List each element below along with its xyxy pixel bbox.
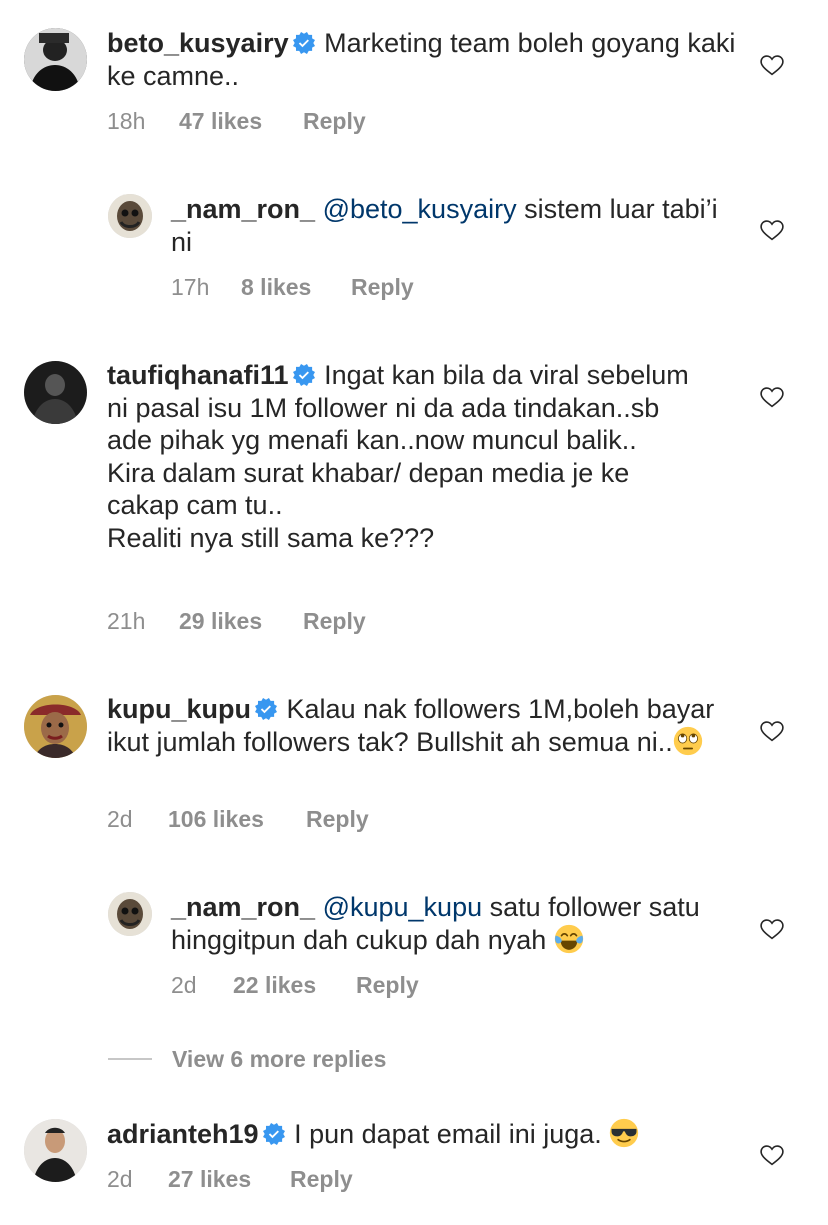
comment-text: _nam_ron_ @kupu_kupu satu follower satu …	[171, 891, 731, 956]
heart-outline-icon[interactable]	[759, 917, 785, 941]
comment-username[interactable]: beto_kusyairy	[107, 28, 289, 58]
comment-body: beto_kusyairy Marketing team boleh goyan…	[107, 27, 747, 92]
comment-meta: 18h 47 likes Reply	[107, 108, 366, 135]
view-more-replies-button[interactable]: View 6 more replies	[108, 1044, 386, 1074]
comment-body: _nam_ron_ @beto_kusyairy sistem luar tab…	[171, 193, 731, 258]
comment-username[interactable]: _nam_ron_	[171, 194, 315, 224]
mention-link[interactable]: @kupu_kupu	[323, 892, 483, 922]
comment-likes[interactable]: 47 likes	[179, 108, 303, 135]
verified-badge-icon	[255, 698, 277, 720]
reply-button[interactable]: Reply	[303, 608, 366, 635]
comment-content: I pun dapat email ini juga.	[294, 1119, 602, 1149]
avatar[interactable]	[108, 194, 152, 238]
verified-badge-icon	[263, 1123, 285, 1145]
comment-text: adrianteh19 I pun dapat email ini juga.	[107, 1118, 727, 1151]
reply-button[interactable]: Reply	[306, 806, 369, 833]
comment-username[interactable]: _nam_ron_	[171, 892, 315, 922]
comment-time: 2d	[107, 1166, 133, 1192]
comment-username[interactable]: adrianteh19	[107, 1119, 259, 1149]
heart-outline-icon[interactable]	[759, 719, 785, 743]
comment-meta: 2d 22 likes Reply	[171, 972, 419, 999]
comment-text: beto_kusyairy Marketing team boleh goyan…	[107, 27, 747, 92]
comment-likes[interactable]: 22 likes	[233, 972, 356, 999]
mention-link[interactable]: @beto_kusyairy	[323, 194, 517, 224]
comment-meta: 21h 29 likes Reply	[107, 608, 366, 635]
comment-text: kupu_kupu Kalau nak followers 1M,boleh b…	[107, 693, 717, 758]
comment-time: 21h	[107, 608, 146, 634]
comment-likes[interactable]: 8 likes	[241, 274, 351, 301]
avatar[interactable]	[24, 361, 87, 424]
comment-meta: 2d 27 likes Reply	[107, 1166, 353, 1193]
comment-time: 2d	[107, 806, 133, 832]
avatar[interactable]	[108, 892, 152, 936]
avatar[interactable]	[24, 695, 87, 758]
comment-username[interactable]: taufiqhanafi11	[107, 360, 289, 390]
face-with-rolling-eyes-icon	[673, 726, 702, 755]
heart-outline-icon[interactable]	[759, 385, 785, 409]
comment-body: adrianteh19 I pun dapat email ini juga.	[107, 1118, 727, 1151]
view-more-replies-label[interactable]: View 6 more replies	[172, 1046, 386, 1073]
face-with-tears-of-joy-icon	[554, 924, 583, 953]
comment-text: _nam_ron_ @beto_kusyairy sistem luar tab…	[171, 193, 731, 258]
comment-likes[interactable]: 106 likes	[168, 806, 306, 833]
avatar[interactable]	[24, 1119, 87, 1182]
comment-likes[interactable]: 29 likes	[179, 608, 303, 635]
heart-outline-icon[interactable]	[759, 53, 785, 77]
reply-button[interactable]: Reply	[303, 108, 366, 135]
avatar[interactable]	[24, 28, 87, 91]
reply-button[interactable]: Reply	[351, 274, 414, 301]
comment-likes[interactable]: 27 likes	[168, 1166, 290, 1193]
verified-badge-icon	[293, 32, 315, 54]
reply-button[interactable]: Reply	[356, 972, 419, 999]
comment-time: 17h	[171, 274, 210, 300]
comment-time: 18h	[107, 108, 146, 134]
smiling-face-with-sunglasses-icon	[610, 1118, 639, 1148]
verified-badge-icon	[293, 364, 315, 386]
comment-body: taufiqhanafi11 Ingat kan bila da viral s…	[107, 359, 707, 554]
comment-text: taufiqhanafi11 Ingat kan bila da viral s…	[107, 359, 707, 554]
heart-outline-icon[interactable]	[759, 1143, 785, 1167]
comment-body: _nam_ron_ @kupu_kupu satu follower satu …	[171, 891, 731, 956]
comment-meta: 2d 106 likes Reply	[107, 806, 369, 833]
heart-outline-icon[interactable]	[759, 218, 785, 242]
comment-body: kupu_kupu Kalau nak followers 1M,boleh b…	[107, 693, 717, 758]
comment-username[interactable]: kupu_kupu	[107, 694, 251, 724]
reply-button[interactable]: Reply	[290, 1166, 353, 1193]
comment-time: 2d	[171, 972, 197, 998]
comment-meta: 17h 8 likes Reply	[171, 274, 414, 301]
divider-line	[108, 1058, 152, 1060]
